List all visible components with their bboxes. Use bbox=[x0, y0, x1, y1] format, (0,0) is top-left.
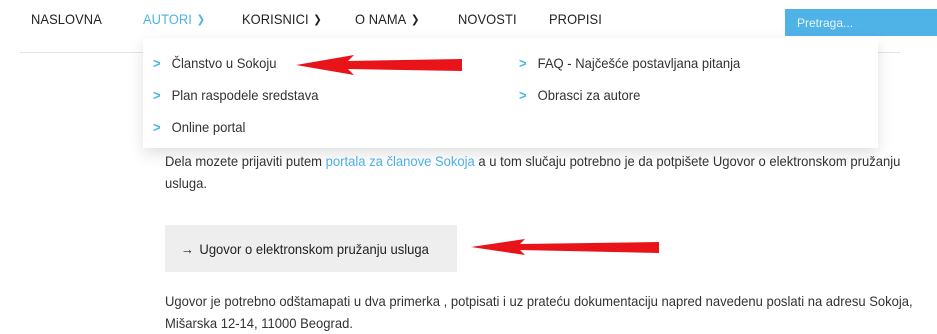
main-nav: NASLOVNA AUTORI ❯ KORISNICI ❯ O NAMA ❯ NOVO… bbox=[0, 0, 937, 40]
chevron-right-icon: > bbox=[153, 87, 161, 103]
dropdown-column-right: > FAQ - Najčešće postavljana pitanja > Obr… bbox=[519, 47, 757, 111]
chevron-right-icon: > bbox=[519, 87, 527, 103]
chevron-down-icon: ❯ bbox=[410, 14, 420, 26]
dropdown-item-label: FAQ - Najčešće postavljana pitanja bbox=[537, 55, 741, 71]
dropdown-item-online-portal[interactable]: > Online portal bbox=[153, 111, 319, 143]
dropdown-item-label: Članstvo u Sokoju bbox=[171, 55, 277, 71]
chevron-down-icon: ❯ bbox=[313, 14, 322, 26]
nav-item-label: KORISNICI bbox=[242, 11, 309, 27]
instructions-paragraph: Ugovor je potrebno odštamapati u dva pri… bbox=[165, 293, 913, 331]
button-label: Ugovor o elektronskom pružanju usluga bbox=[199, 240, 429, 257]
search-input[interactable] bbox=[785, 9, 937, 36]
nav-item-label: AUTORI bbox=[143, 11, 192, 27]
nav-item-label: PROPISI bbox=[549, 11, 602, 27]
red-annotation-arrow-icon bbox=[471, 239, 659, 255]
dropdown-item-clanstvo[interactable]: > Članstvo u Sokoju bbox=[153, 47, 319, 79]
autori-dropdown-menu: > Članstvo u Sokoju > Plan raspodele sreds… bbox=[143, 38, 878, 148]
chevron-right-icon: > bbox=[153, 119, 161, 135]
dropdown-item-label: Plan raspodele sredstava bbox=[171, 87, 319, 103]
dropdown-column-left: > Članstvo u Sokoju > Plan raspodele sreds… bbox=[153, 47, 331, 143]
nav-item-label: NASLOVNA bbox=[31, 11, 102, 27]
button-content: → Ugovor o elektronskom pružanju usluga bbox=[165, 241, 429, 257]
nav-item-propisi[interactable]: PROPISI bbox=[549, 11, 602, 27]
dropdown-item-label: Obrasci za autore bbox=[537, 87, 641, 103]
arrow-right-icon: → bbox=[180, 240, 194, 257]
dropdown-item-plan-raspodele[interactable]: > Plan raspodele sredstava bbox=[153, 79, 319, 111]
dropdown-item-label: Online portal bbox=[171, 119, 246, 135]
nav-item-naslovna[interactable]: NASLOVNA bbox=[31, 11, 102, 27]
member-portal-link[interactable]: portala za članove Sokoja bbox=[326, 153, 475, 169]
nav-item-autori[interactable]: AUTORI ❯ bbox=[143, 11, 205, 27]
intro-paragraph: Dela mozete prijaviti putem portala za č… bbox=[165, 150, 937, 194]
chevron-down-icon: ❯ bbox=[196, 14, 206, 26]
intro-text-before: Dela mozete prijaviti putem bbox=[165, 153, 326, 169]
nav-item-o-nama[interactable]: O NAMA ❯ bbox=[355, 11, 420, 27]
dropdown-item-faq[interactable]: > FAQ - Najčešće postavljana pitanja bbox=[519, 47, 740, 79]
arrow-shape bbox=[471, 239, 659, 255]
electronic-service-agreement-button[interactable]: → Ugovor o elektronskom pružanju usluga bbox=[165, 225, 457, 272]
chevron-right-icon: > bbox=[519, 55, 527, 71]
chevron-right-icon: > bbox=[153, 55, 161, 71]
nav-item-novosti[interactable]: NOVOSTI bbox=[458, 11, 517, 27]
nav-item-korisnici[interactable]: KORISNICI ❯ bbox=[242, 11, 322, 27]
dropdown-item-obrasci[interactable]: > Obrasci za autore bbox=[519, 79, 740, 111]
nav-item-label: NOVOSTI bbox=[458, 11, 517, 27]
nav-item-label: O NAMA bbox=[355, 11, 407, 27]
